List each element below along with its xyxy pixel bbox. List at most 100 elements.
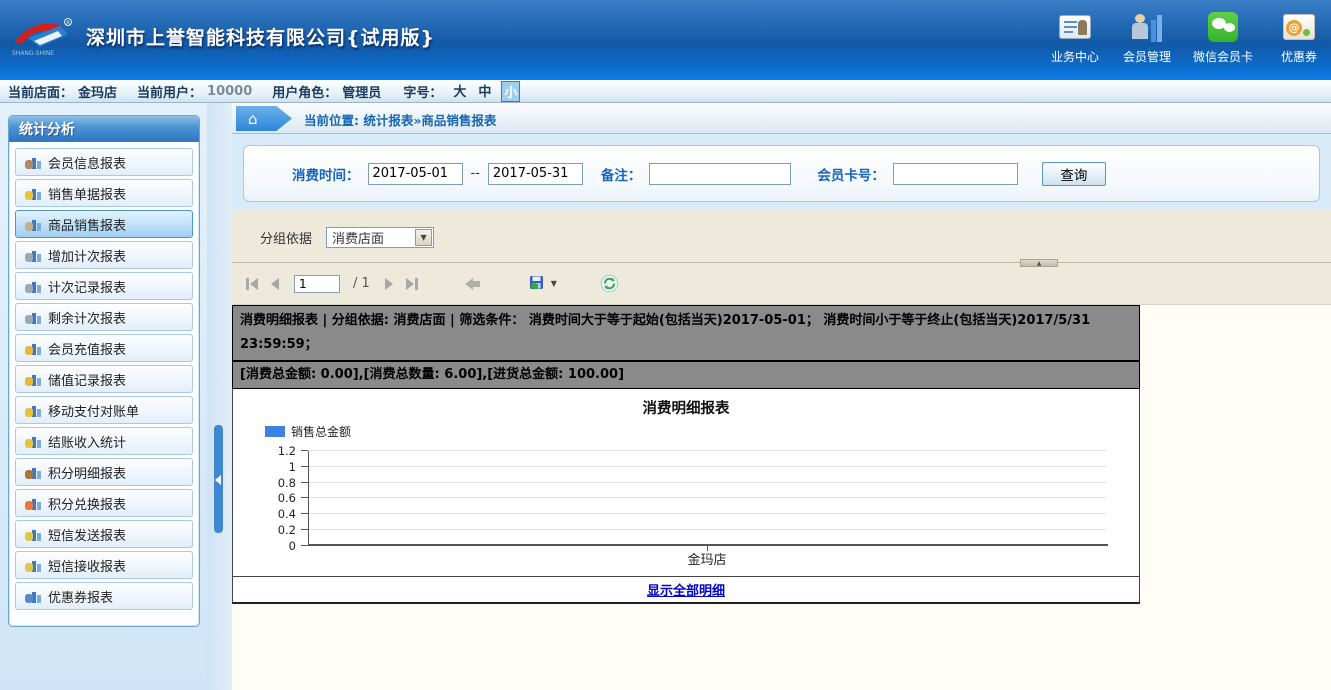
legend-swatch xyxy=(265,426,285,437)
gridline xyxy=(309,482,1106,483)
first-page-button[interactable] xyxy=(244,276,260,292)
brand: R SHANG-SHINE 深圳市上誉智能科技有限公司{试用版} xyxy=(10,14,435,58)
remaining-count-report-icon xyxy=(25,310,41,325)
add-count-report-icon xyxy=(25,248,41,263)
note-input[interactable] xyxy=(649,163,791,185)
sidebar-item-label: 销售单据报表 xyxy=(48,184,126,203)
sidebar-title: 统计分析 xyxy=(9,116,199,142)
sidebar-item-积分兑换报表[interactable]: 积分兑换报表 xyxy=(15,489,193,517)
date-from-input[interactable] xyxy=(368,163,463,185)
sidebar-item-label: 商品销售报表 xyxy=(48,215,126,234)
home-button[interactable]: ⌂ xyxy=(236,106,292,131)
sidebar-item-结账收入统计[interactable]: 结账收入统计 xyxy=(15,427,193,455)
tools-section: 分组依据 消费店面 ▼ ▲ / 1 xyxy=(232,210,1331,305)
export-button[interactable]: ▼ xyxy=(529,275,557,292)
grouping-label: 分组依据 xyxy=(260,228,312,247)
sidebar-item-label: 增加计次报表 xyxy=(48,246,126,265)
sidebar-item-会员信息报表[interactable]: 会员信息报表 xyxy=(15,148,193,176)
count-record-report-icon xyxy=(25,279,41,294)
sidebar-item-label: 优惠券报表 xyxy=(48,587,113,606)
top-header-bar: R SHANG-SHINE 深圳市上誉智能科技有限公司{试用版} 业务中心会员管… xyxy=(0,0,1331,80)
coupon-report-icon xyxy=(25,589,41,604)
sidebar-item-剩余计次报表[interactable]: 剩余计次报表 xyxy=(15,303,193,331)
sidebar-item-label: 短信接收报表 xyxy=(48,556,126,575)
member-recharge-report-icon xyxy=(25,341,41,356)
breadcrumb: 当前位置: 统计报表»商品销售报表 xyxy=(304,110,496,129)
font-size-中[interactable]: 中 xyxy=(476,81,493,102)
y-tick-label: 0.8 xyxy=(252,476,296,490)
sidebar-item-label: 积分兑换报表 xyxy=(48,494,126,513)
gridline xyxy=(309,450,1106,451)
previous-page-button[interactable] xyxy=(269,276,281,292)
sidebar-item-商品销售报表[interactable]: 商品销售报表 xyxy=(15,210,193,238)
tools-divider: ▲ xyxy=(232,262,1331,263)
current-store: 当前店面： 金玛店 xyxy=(8,82,117,101)
y-tick-mark xyxy=(301,466,308,467)
sidebar-item-会员充值报表[interactable]: 会员充值报表 xyxy=(15,334,193,362)
mobile-payment-statement-icon xyxy=(25,403,41,418)
member-card-input[interactable] xyxy=(893,163,1018,185)
grouping-row: 分组依据 消费店面 ▼ xyxy=(232,210,1331,262)
product-sales-report-icon xyxy=(25,217,41,232)
sidebar-item-销售单据报表[interactable]: 销售单据报表 xyxy=(15,179,193,207)
sidebar-item-短信接收报表[interactable]: 短信接收报表 xyxy=(15,551,193,579)
filter-panel: 消费时间： -- 备注： 会员卡号： 查询 xyxy=(243,145,1320,202)
sidebar-item-增加计次报表[interactable]: 增加计次报表 xyxy=(15,241,193,269)
chart-title: 消费明细报表 xyxy=(233,397,1139,418)
y-tick-mark xyxy=(301,482,308,483)
svg-text:SHANG-SHINE: SHANG-SHINE xyxy=(12,50,54,57)
panel-collapse-handle[interactable]: ▲ xyxy=(1020,259,1058,267)
y-tick-mark xyxy=(301,529,308,530)
sidebar-item-移动支付对账单[interactable]: 移动支付对账单 xyxy=(15,396,193,424)
sms-send-report-icon xyxy=(25,527,41,542)
y-tick-mark xyxy=(301,497,308,498)
export-dropdown-icon: ▼ xyxy=(551,279,557,288)
report-header-bar: 消费明细报表 | 分组依据: 消费店面 | 筛选条件： 消费时间大于等于起始(包… xyxy=(232,305,1140,362)
grouping-select[interactable]: 消费店面 ▼ xyxy=(326,227,434,248)
next-page-button[interactable] xyxy=(383,276,395,292)
nav-会员管理[interactable]: 会员管理 xyxy=(1121,10,1173,65)
sidebar-item-label: 会员信息报表 xyxy=(48,153,126,172)
sidebar-collapse-handle[interactable] xyxy=(214,425,223,533)
refresh-button[interactable] xyxy=(600,274,619,293)
font-size-大[interactable]: 大 xyxy=(451,81,468,102)
company-logo-icon: R SHANG-SHINE xyxy=(10,14,76,58)
sidebar-item-label: 会员充值报表 xyxy=(48,339,126,358)
sidebar-panel: 统计分析 会员信息报表销售单据报表商品销售报表增加计次报表计次记录报表剩余计次报… xyxy=(8,115,200,627)
app-title: 深圳市上誉智能科技有限公司{试用版} xyxy=(86,23,435,50)
page-number-input[interactable] xyxy=(294,275,340,293)
sms-receive-report-icon xyxy=(25,558,41,573)
sidebar-item-储值记录报表[interactable]: 储值记录报表 xyxy=(15,365,193,393)
points-detail-report-icon xyxy=(25,465,41,480)
sidebar-menu: 会员信息报表销售单据报表商品销售报表增加计次报表计次记录报表剩余计次报表会员充值… xyxy=(9,142,199,616)
nav-优惠券[interactable]: @优惠券 xyxy=(1273,10,1325,65)
member-management-icon xyxy=(1129,10,1165,44)
nav-业务中心[interactable]: 业务中心 xyxy=(1049,10,1101,65)
x-category-label: 金玛店 xyxy=(308,549,1106,568)
nav-微信会员卡[interactable]: 微信会员卡 xyxy=(1193,10,1253,65)
business-center-icon xyxy=(1057,10,1093,44)
x-axis-line xyxy=(308,544,1108,546)
sidebar-item-积分明细报表[interactable]: 积分明细报表 xyxy=(15,458,193,486)
y-tick-label: 0.2 xyxy=(252,523,296,537)
sidebar-item-优惠券报表[interactable]: 优惠券报表 xyxy=(15,582,193,610)
query-button[interactable]: 查询 xyxy=(1042,162,1106,186)
font-size-小[interactable]: 小 xyxy=(501,81,520,102)
y-tick-mark xyxy=(301,450,308,451)
show-all-details-link[interactable]: 显示全部明细 xyxy=(647,580,725,599)
last-page-button[interactable] xyxy=(404,276,420,292)
sidebar-item-短信发送报表[interactable]: 短信发送报表 xyxy=(15,520,193,548)
report-area: 消费明细报表 | 分组依据: 消费店面 | 筛选条件： 消费时间大于等于起始(包… xyxy=(232,305,1140,604)
sidebar-item-label: 剩余计次报表 xyxy=(48,308,126,327)
svg-text:R: R xyxy=(66,20,70,27)
date-to-input[interactable] xyxy=(488,163,583,185)
back-button[interactable] xyxy=(465,278,480,290)
header-nav: 业务中心会员管理微信会员卡 @优惠券 xyxy=(1049,10,1325,65)
splitter xyxy=(207,103,232,690)
gridline xyxy=(309,466,1106,467)
time-label: 消费时间： xyxy=(292,164,360,184)
sidebar-item-label: 计次记录报表 xyxy=(48,277,126,296)
sidebar-item-计次记录报表[interactable]: 计次记录报表 xyxy=(15,272,193,300)
refresh-icon xyxy=(600,274,619,293)
points-exchange-report-icon xyxy=(25,496,41,511)
